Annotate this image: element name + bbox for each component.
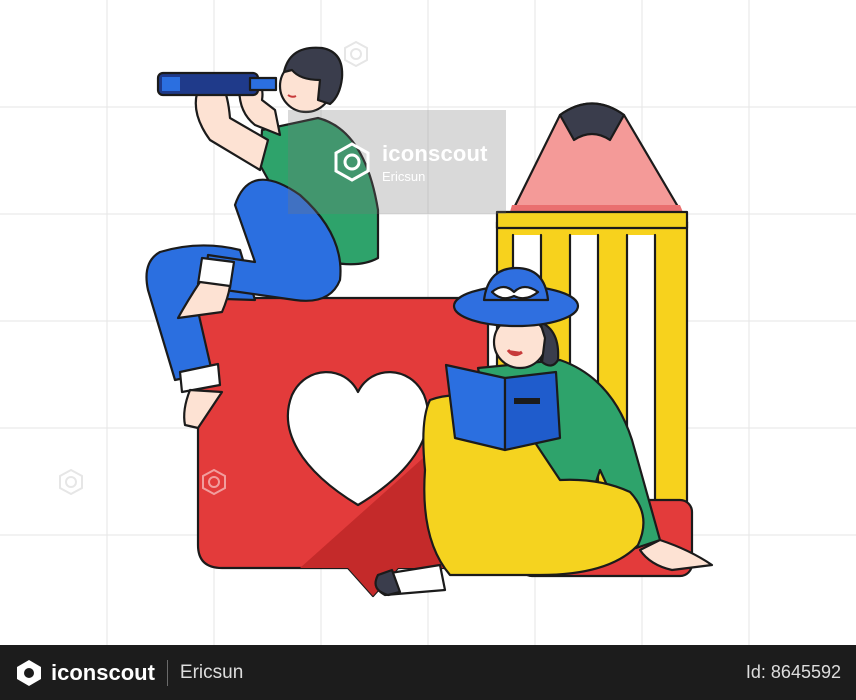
watermark-small-icon (59, 468, 83, 496)
footer-divider (166, 659, 168, 686)
illustration-canvas (0, 0, 856, 645)
iconscout-logo-icon (17, 659, 41, 686)
footer-bar: iconscout Ericsun Id: 8645592 (0, 645, 856, 700)
iconscout-logo-icon (334, 142, 370, 182)
watermark-small-icon (202, 468, 226, 496)
footer-brand[interactable]: iconscout (15, 659, 155, 687)
watermark-brand: iconscout (382, 140, 488, 166)
watermark-author: Ericsun (382, 168, 426, 184)
footer-author[interactable]: Ericsun (180, 662, 243, 684)
asset-id: Id: 8645592 (745, 662, 841, 682)
center-watermark: iconscout Ericsun (288, 110, 506, 214)
footer-brand-label: iconscout (51, 659, 155, 685)
watermark-small-icon (344, 40, 368, 68)
